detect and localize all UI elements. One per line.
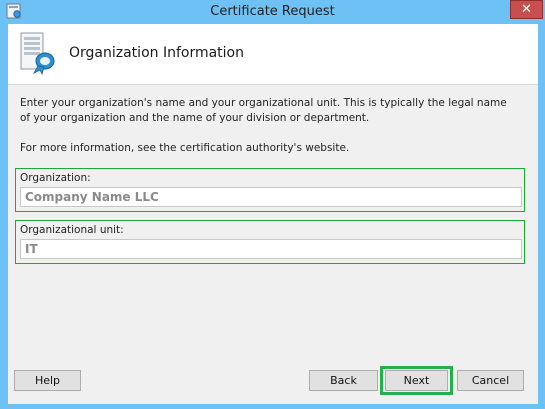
certificate-request-window: Certificate Request ✕ Organization Infor… — [0, 0, 545, 409]
description-text: Enter your organization's name and your … — [20, 97, 507, 124]
more-info-text: For more information, see the certificat… — [20, 142, 350, 154]
organization-group: Organization: Company Name LLC — [15, 168, 525, 212]
title-bar[interactable]: Certificate Request ✕ — [0, 0, 545, 24]
certificate-server-icon — [18, 31, 58, 76]
dialog-client-area: Organization Information Enter your orga… — [8, 24, 538, 404]
next-button[interactable]: Next — [385, 370, 448, 391]
page-title: Organization Information — [69, 45, 244, 61]
page-header: Organization Information — [8, 24, 538, 85]
cancel-button[interactable]: Cancel — [457, 370, 524, 391]
window-title: Certificate Request — [210, 4, 335, 19]
next-button-highlight: Next — [380, 366, 453, 395]
organizational-unit-input[interactable]: IT — [20, 239, 522, 259]
close-button[interactable]: ✕ — [510, 0, 543, 19]
back-button[interactable]: Back — [309, 370, 378, 391]
organizational-unit-group: Organizational unit: IT — [15, 220, 525, 264]
organization-input[interactable]: Company Name LLC — [20, 187, 522, 207]
organizational-unit-label: Organizational unit: — [20, 224, 124, 236]
help-button[interactable]: Help — [14, 370, 81, 391]
organization-label: Organization: — [20, 172, 91, 184]
